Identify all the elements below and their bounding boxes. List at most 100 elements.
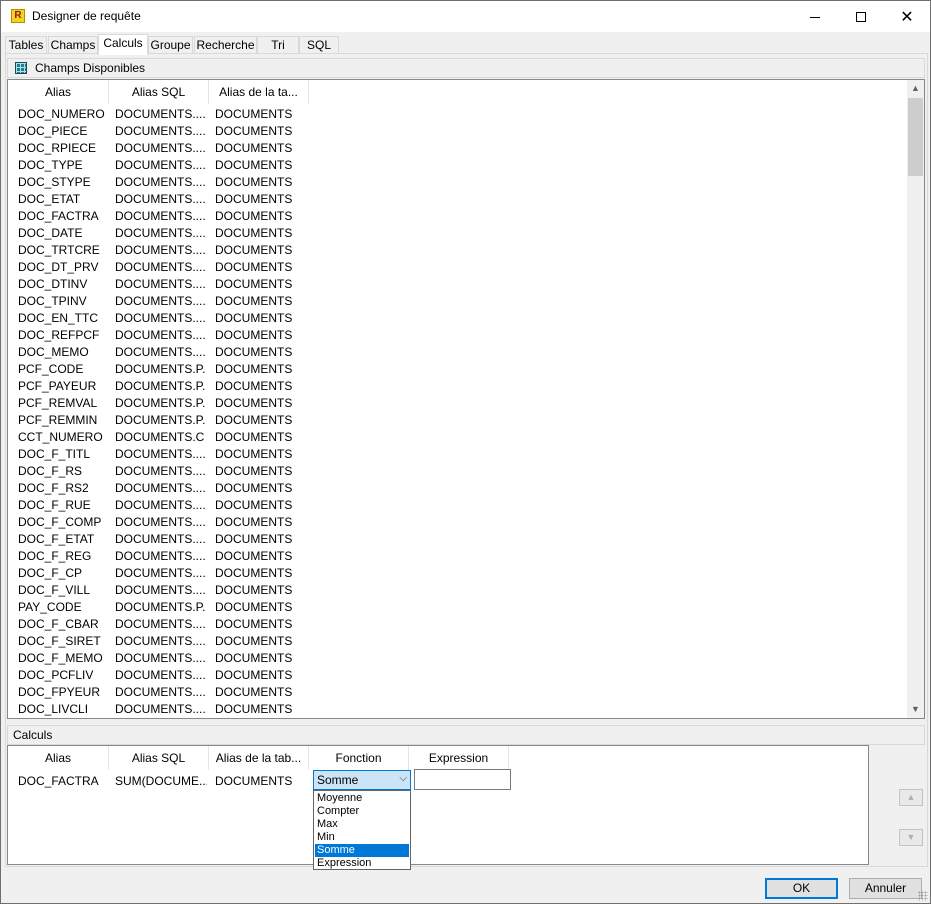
expression-input[interactable] xyxy=(414,769,511,790)
resize-grip-icon[interactable] xyxy=(918,891,928,901)
cell-table-alias: DOCUMENTS xyxy=(215,668,293,682)
cell-alias-sql: DOCUMENTS.... xyxy=(115,158,205,172)
scrollbar-thumb[interactable] xyxy=(908,98,923,176)
option-max[interactable]: Max xyxy=(315,818,409,831)
column-header-alias-sql[interactable]: Alias SQL xyxy=(109,80,209,104)
cell-table-alias: DOCUMENTS xyxy=(215,175,293,189)
list-item[interactable]: DOC_DT_PRV DOCUMENTS.... DOCUMENTS xyxy=(8,258,924,275)
tab-tables[interactable]: Tables xyxy=(5,36,47,54)
list-item[interactable]: DOC_LIVCLI DOCUMENTS.... DOCUMENTS xyxy=(8,700,924,717)
option-compter[interactable]: Compter xyxy=(315,805,409,818)
list-item[interactable]: DOC_TPINV DOCUMENTS.... DOCUMENTS xyxy=(8,292,924,309)
list-item[interactable]: CCT_NUMERO DOCUMENTS.C... DOCUMENTS xyxy=(8,428,924,445)
window-title: Designer de requête xyxy=(32,9,141,23)
list-item[interactable]: DOC_DTINV DOCUMENTS.... DOCUMENTS xyxy=(8,275,924,292)
cell-table-alias: DOCUMENTS xyxy=(215,583,293,597)
column-header-table-alias[interactable]: Alias de la tab... xyxy=(209,746,309,770)
tab-calculs[interactable]: Calculs xyxy=(98,34,148,55)
list-item[interactable]: PCF_PAYEUR DOCUMENTS.P... DOCUMENTS xyxy=(8,377,924,394)
cell-table-alias: DOCUMENTS xyxy=(215,634,293,648)
cell-table-alias: DOCUMENTS xyxy=(215,260,293,274)
list-item[interactable]: DOC_F_RUE DOCUMENTS.... DOCUMENTS xyxy=(8,496,924,513)
list-item[interactable]: PCF_REMMIN DOCUMENTS.P... DOCUMENTS xyxy=(8,411,924,428)
minimize-button[interactable] xyxy=(792,1,838,32)
list-item[interactable]: DOC_ETAT DOCUMENTS.... DOCUMENTS xyxy=(8,190,924,207)
list-item[interactable]: DOC_RPIECE DOCUMENTS.... DOCUMENTS xyxy=(8,139,924,156)
close-button[interactable]: ✕ xyxy=(884,1,930,32)
column-header-table-alias[interactable]: Alias de la ta... xyxy=(209,80,309,104)
list-item[interactable]: DOC_F_COMP DOCUMENTS.... DOCUMENTS xyxy=(8,513,924,530)
list-item[interactable]: DOC_F_TITL DOCUMENTS.... DOCUMENTS xyxy=(8,445,924,462)
scroll-down-arrow-icon[interactable]: ▼ xyxy=(907,701,924,718)
list-item[interactable]: DOC_NUMERO DOCUMENTS.... DOCUMENTS xyxy=(8,105,924,122)
column-header-alias[interactable]: Alias xyxy=(8,746,109,770)
cancel-button[interactable]: Annuler xyxy=(849,878,922,899)
list-item[interactable]: DOC_FPYEUR DOCUMENTS.... DOCUMENTS xyxy=(8,683,924,700)
tab-groupe[interactable]: Groupe xyxy=(148,36,193,54)
cell-alias-sql: DOCUMENTS.... xyxy=(115,549,205,563)
list-item[interactable]: DOC_DATE DOCUMENTS.... DOCUMENTS xyxy=(8,224,924,241)
list-item[interactable]: PAY_CODE DOCUMENTS.P... DOCUMENTS xyxy=(8,598,924,615)
list-item[interactable]: DOC_F_CBAR DOCUMENTS.... DOCUMENTS xyxy=(8,615,924,632)
calculs-header: Calculs xyxy=(7,725,925,745)
list-item[interactable]: DOC_STYPE DOCUMENTS.... DOCUMENTS xyxy=(8,173,924,190)
list-item[interactable]: DOC_REFPCF DOCUMENTS.... DOCUMENTS xyxy=(8,326,924,343)
list-item[interactable]: DOC_F_CP DOCUMENTS.... DOCUMENTS xyxy=(8,564,924,581)
move-up-button[interactable]: ▲ xyxy=(899,789,923,806)
maximize-button[interactable] xyxy=(838,1,884,32)
tab-tri[interactable]: Tri xyxy=(257,36,299,54)
list-item[interactable]: PCF_CODE DOCUMENTS.P... DOCUMENTS xyxy=(8,360,924,377)
available-fields-list[interactable]: Alias Alias SQL Alias de la ta... DOC_NU… xyxy=(7,79,925,719)
fonction-dropdown: Moyenne Compter Max Min Somme Expression xyxy=(313,790,411,870)
ok-button[interactable]: OK xyxy=(765,878,838,899)
cell-table-alias: DOCUMENTS xyxy=(215,617,293,631)
tab-sql[interactable]: SQL xyxy=(299,36,339,54)
tab-recherche[interactable]: Recherche xyxy=(194,36,257,54)
list-item[interactable]: DOC_EN_TTC DOCUMENTS.... DOCUMENTS xyxy=(8,309,924,326)
chevron-down-icon[interactable]: ⌵ xyxy=(399,773,407,784)
list-item[interactable]: DOC_F_MEMO DOCUMENTS.... DOCUMENTS xyxy=(8,649,924,666)
cell-table-alias: DOCUMENTS xyxy=(215,774,293,788)
cell-alias: PCF_CODE xyxy=(18,362,84,376)
list-item[interactable]: DOC_F_RS DOCUMENTS.... DOCUMENTS xyxy=(8,462,924,479)
list-item[interactable]: DOC_FACTRA DOCUMENTS.... DOCUMENTS xyxy=(8,207,924,224)
fonction-combo[interactable]: Somme ⌵ xyxy=(313,770,411,790)
scroll-up-arrow-icon[interactable]: ▲ xyxy=(907,80,924,97)
calculs-list[interactable]: Alias Alias SQL Alias de la tab... Fonct… xyxy=(7,745,869,865)
cell-table-alias: DOCUMENTS xyxy=(215,124,293,138)
list-item[interactable]: PCF_REMVAL DOCUMENTS.P... DOCUMENTS xyxy=(8,394,924,411)
cell-alias-sql: DOCUMENTS.... xyxy=(115,141,205,155)
list-item[interactable]: DOC_MEMO DOCUMENTS.... DOCUMENTS xyxy=(8,343,924,360)
list-item[interactable]: DOC_F_REG DOCUMENTS.... DOCUMENTS xyxy=(8,547,924,564)
cell-alias-sql: DOCUMENTS.... xyxy=(115,328,205,342)
cell-alias-sql: DOCUMENTS.... xyxy=(115,617,205,631)
column-header-fonction[interactable]: Fonction xyxy=(309,746,409,770)
cell-alias: DOC_F_COMP xyxy=(18,515,102,529)
column-header-alias-sql[interactable]: Alias SQL xyxy=(109,746,209,770)
list-item[interactable]: DOC_F_ETAT DOCUMENTS.... DOCUMENTS xyxy=(8,530,924,547)
column-header-alias[interactable]: Alias xyxy=(8,80,109,104)
option-somme[interactable]: Somme xyxy=(315,844,409,857)
option-moyenne[interactable]: Moyenne xyxy=(315,792,409,805)
column-header-expression[interactable]: Expression xyxy=(409,746,509,770)
list-item[interactable]: DOC_F_SIRET DOCUMENTS.... DOCUMENTS xyxy=(8,632,924,649)
cell-alias: DOC_F_TITL xyxy=(18,447,91,461)
list-item[interactable]: DOC_F_VILL DOCUMENTS.... DOCUMENTS xyxy=(8,581,924,598)
list-item[interactable]: DOC_PCFLIV DOCUMENTS.... DOCUMENTS xyxy=(8,666,924,683)
list-item[interactable]: DOC_TRTCRE DOCUMENTS.... DOCUMENTS xyxy=(8,241,924,258)
cell-alias: DOC_TRTCRE xyxy=(18,243,100,257)
option-expression[interactable]: Expression xyxy=(315,857,409,870)
cell-alias-sql: DOCUMENTS.... xyxy=(115,345,205,359)
move-down-button[interactable]: ▼ xyxy=(899,829,923,846)
cell-alias-sql: DOCUMENTS.... xyxy=(115,226,205,240)
list-item[interactable]: DOC_PIECE DOCUMENTS.... DOCUMENTS xyxy=(8,122,924,139)
cell-table-alias: DOCUMENTS xyxy=(215,515,293,529)
cell-table-alias: DOCUMENTS xyxy=(215,226,293,240)
tab-champs[interactable]: Champs xyxy=(48,36,98,54)
list-item[interactable]: DOC_TYPE DOCUMENTS.... DOCUMENTS xyxy=(8,156,924,173)
cell-alias-sql: DOCUMENTS.... xyxy=(115,107,205,121)
vertical-scrollbar[interactable]: ▲ ▼ xyxy=(907,80,924,718)
cell-alias-sql: DOCUMENTS.... xyxy=(115,209,205,223)
option-min[interactable]: Min xyxy=(315,831,409,844)
list-item[interactable]: DOC_F_RS2 DOCUMENTS.... DOCUMENTS xyxy=(8,479,924,496)
